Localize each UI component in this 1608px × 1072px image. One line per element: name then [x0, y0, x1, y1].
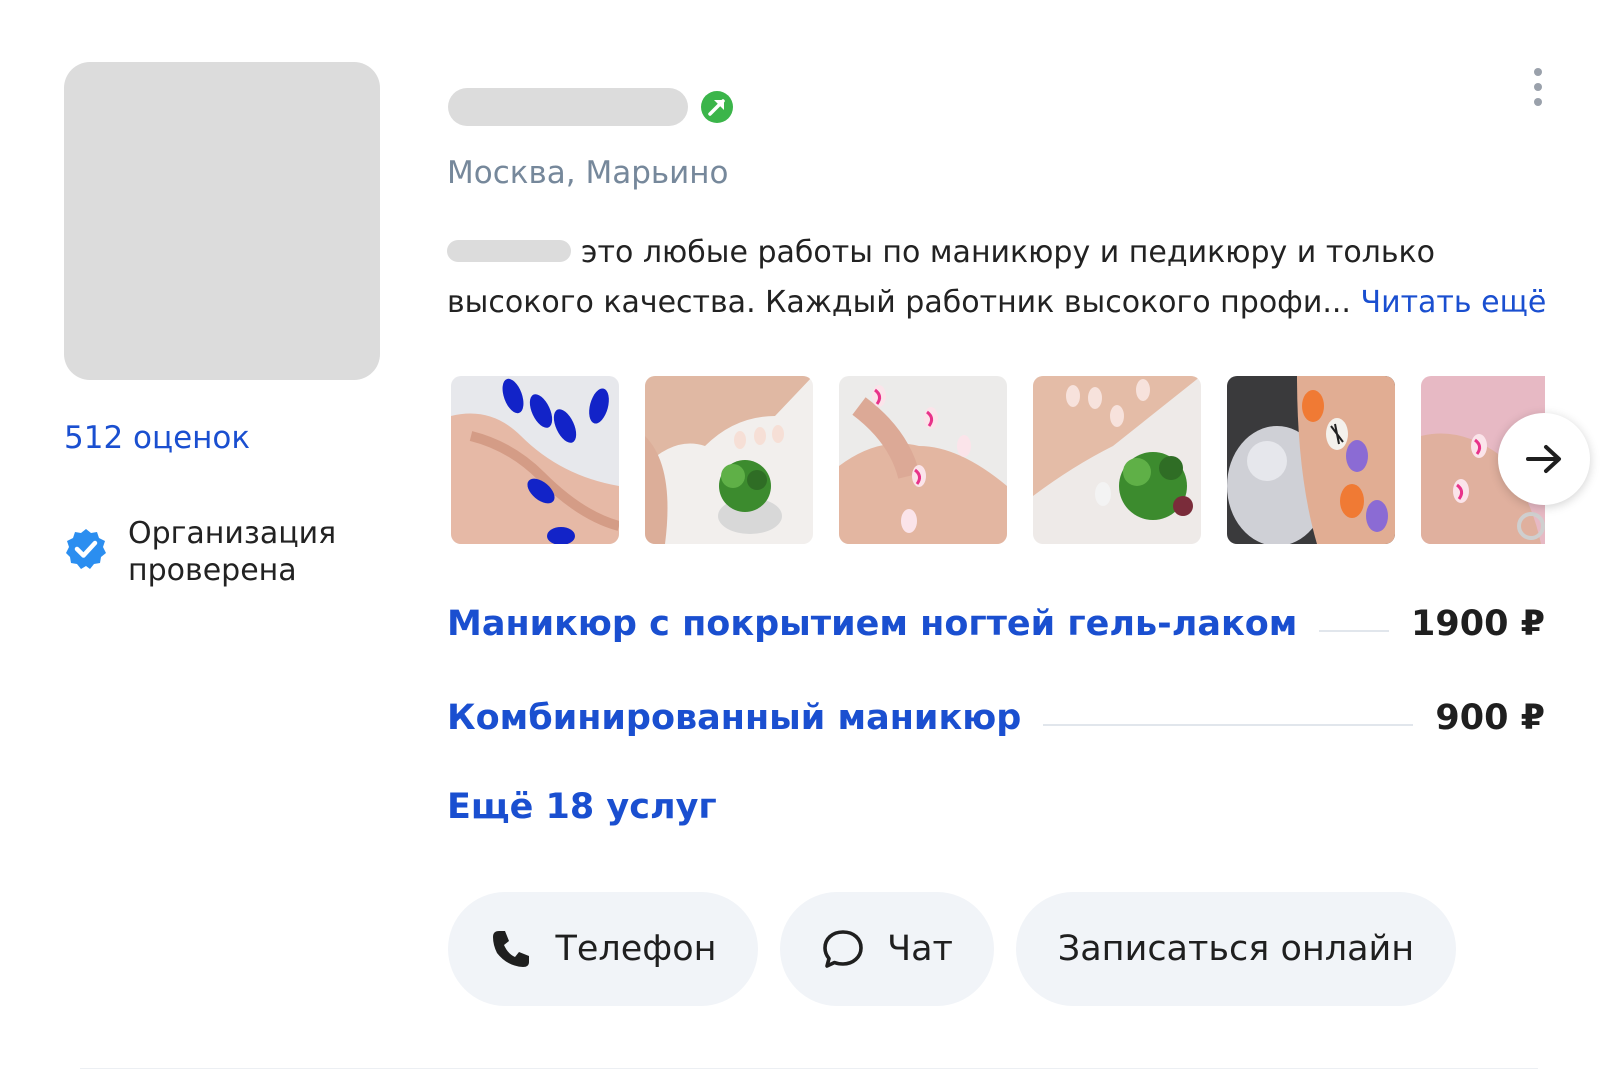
- service-name-link[interactable]: Комбинированный маникюр: [447, 698, 1021, 738]
- arrow-right-icon: [1526, 445, 1561, 473]
- description-text: это любые работы по маникюру и педикюру …: [447, 235, 1436, 320]
- photo-gallery: [451, 376, 1545, 544]
- photo-nails-orange-purple: [1227, 376, 1395, 544]
- book-online-label: Записаться онлайн: [1057, 929, 1415, 969]
- gallery-next-button[interactable]: [1498, 413, 1590, 505]
- card-divider: [80, 1068, 1538, 1069]
- service-name-link[interactable]: Маникюр с покрытием ногтей гель-лаком: [447, 604, 1297, 644]
- service-row: Комбинированный маникюр 900 ₽: [447, 693, 1545, 743]
- more-services-link[interactable]: Ещё 18 услуг: [447, 787, 717, 827]
- chat-button-label: Чат: [887, 929, 953, 969]
- organization-title-placeholder[interactable]: [448, 88, 688, 126]
- menu-dot: [1534, 98, 1542, 106]
- phone-button[interactable]: Телефон: [448, 892, 758, 1006]
- ratings-count-link[interactable]: 512 оценок: [64, 420, 250, 456]
- read-more-link[interactable]: Читать ещё: [1361, 285, 1547, 320]
- photo-nails-blue: [451, 376, 619, 544]
- service-price: 900 ₽: [1435, 698, 1545, 738]
- phone-button-label: Телефон: [555, 929, 717, 969]
- menu-dot: [1534, 83, 1542, 91]
- service-price: 1900 ₽: [1411, 604, 1545, 644]
- service-row: Маникюр с покрытием ногтей гель-лаком 19…: [447, 599, 1545, 649]
- gallery-photo[interactable]: [645, 376, 813, 544]
- green-arrow-icon: [701, 91, 733, 123]
- location-text: Москва, Марьино: [447, 155, 729, 191]
- more-options-button[interactable]: [1526, 64, 1550, 110]
- verified-badge: Организация проверена: [64, 515, 368, 589]
- verified-label: Организация проверена: [128, 516, 337, 588]
- phone-icon: [493, 931, 530, 967]
- service-divider: [1319, 630, 1390, 632]
- photo-nails-succulent: [645, 376, 813, 544]
- photo-nails-pink-wave: [839, 376, 1007, 544]
- gallery-photo[interactable]: [451, 376, 619, 544]
- gallery-photo[interactable]: [1033, 376, 1201, 544]
- book-online-button[interactable]: Записаться онлайн: [1016, 892, 1456, 1006]
- organization-card: 512 оценок Организация проверена Москва,…: [0, 0, 1608, 1072]
- service-divider: [1043, 724, 1414, 726]
- verified-check-icon: [66, 529, 106, 569]
- gallery-photo[interactable]: [839, 376, 1007, 544]
- description: это любые работы по маникюру и педикюру …: [447, 228, 1547, 328]
- organization-logo-placeholder[interactable]: [64, 62, 380, 380]
- chat-bubble-icon: [823, 930, 863, 968]
- gallery-photo[interactable]: [1227, 376, 1395, 544]
- chat-button[interactable]: Чат: [780, 892, 994, 1006]
- menu-dot: [1534, 68, 1542, 76]
- photo-nails-succulent-2: [1033, 376, 1201, 544]
- name-placeholder: [447, 239, 571, 262]
